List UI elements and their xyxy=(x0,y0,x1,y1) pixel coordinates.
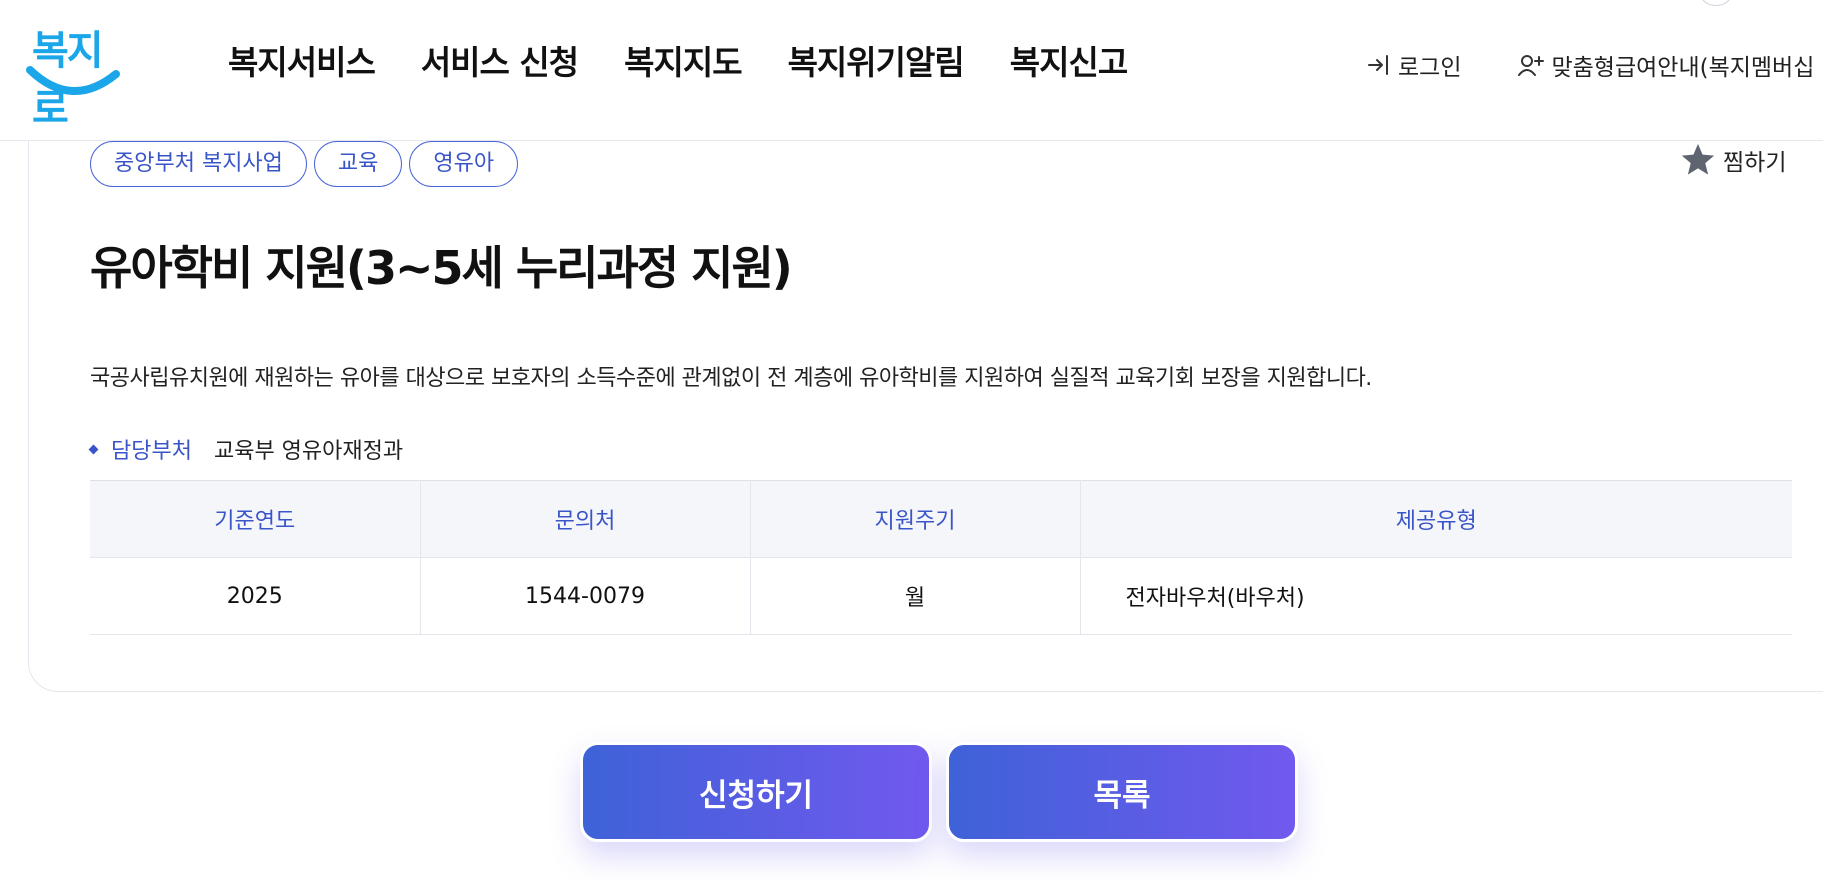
utility-menu: 로그인 맞춤형급여안내(복지멤버십 xyxy=(1366,48,1814,82)
page-title: 유아학비 지원(3~5세 누리과정 지원) xyxy=(90,241,793,295)
service-tags: 중앙부처 복지사업 교육 영유아 xyxy=(90,141,519,187)
custom-benefit-guide-link[interactable]: 맞춤형급여안내(복지멤버십 xyxy=(1517,48,1814,82)
nav-welfare-map[interactable]: 복지지도 xyxy=(624,36,742,84)
table-header-row: 기준연도 문의처 지원주기 제공유형 xyxy=(90,480,1792,558)
header-base-year: 기준연도 xyxy=(90,480,421,558)
header-contact: 문의처 xyxy=(419,480,751,558)
tag-infant[interactable]: 영유아 xyxy=(409,141,519,187)
favorite-label: 찜하기 xyxy=(1723,150,1787,176)
main-navigation: 복지서비스 서비스 신청 복지지도 복지위기알림 복지신고 xyxy=(228,36,1128,84)
nav-service-apply[interactable]: 서비스 신청 xyxy=(421,36,579,84)
user-plus-icon xyxy=(1518,55,1545,76)
scroll-top-ring xyxy=(1700,0,1732,6)
custom-benefit-guide-label: 맞춤형급여안내(복지멤버십 xyxy=(1551,55,1815,81)
login-link[interactable]: 로그인 xyxy=(1366,48,1461,82)
favorite-button[interactable]: 찜하기 xyxy=(1679,141,1786,179)
header-support-cycle: 지원주기 xyxy=(749,480,1081,558)
department-value: 교육부 영유아재정과 xyxy=(213,439,404,464)
apply-button[interactable]: 신청하기 xyxy=(580,742,932,842)
cell-contact: 1544-0079 xyxy=(419,557,751,635)
table-row: 2025 1544-0079 월 전자바우처(바우처) xyxy=(90,557,1792,635)
nav-welfare-service[interactable]: 복지서비스 xyxy=(228,36,376,84)
tag-central-ministry[interactable]: 중앙부처 복지사업 xyxy=(90,141,307,187)
nav-welfare-report[interactable]: 복지신고 xyxy=(1010,36,1128,84)
list-button[interactable]: 목록 xyxy=(946,742,1298,842)
login-label: 로그인 xyxy=(1398,55,1462,81)
cell-base-year: 2025 xyxy=(90,557,421,635)
bullet-diamond-icon xyxy=(88,444,99,454)
bokjiro-logo[interactable]: 복지로 xyxy=(26,18,121,132)
header-provision-type: 제공유형 xyxy=(1079,480,1792,558)
action-buttons: 신청하기 목록 xyxy=(580,742,1298,842)
cell-provision-type: 전자바우처(바우처) xyxy=(1079,557,1792,635)
service-description: 국공사립유치원에 재원하는 유아를 대상으로 보호자의 소득수준에 관계없이 전… xyxy=(90,366,1372,391)
tag-education[interactable]: 교육 xyxy=(313,141,403,187)
star-icon xyxy=(1681,143,1715,175)
department-info: 담당부처 교육부 영유아재정과 xyxy=(88,433,404,465)
site-header: 복지로 복지서비스 서비스 신청 복지지도 복지위기알림 복지신고 로그인 맞춤… xyxy=(0,0,1823,141)
login-arrow-icon xyxy=(1368,55,1388,75)
department-label: 담당부처 xyxy=(111,439,192,464)
cell-support-cycle: 월 xyxy=(749,557,1081,635)
nav-welfare-crisis-alert[interactable]: 복지위기알림 xyxy=(788,36,965,84)
logo-smile-icon xyxy=(26,66,120,96)
service-info-table: 기준연도 문의처 지원주기 제공유형 2025 1544-0079 월 전자바우… xyxy=(90,480,1792,635)
